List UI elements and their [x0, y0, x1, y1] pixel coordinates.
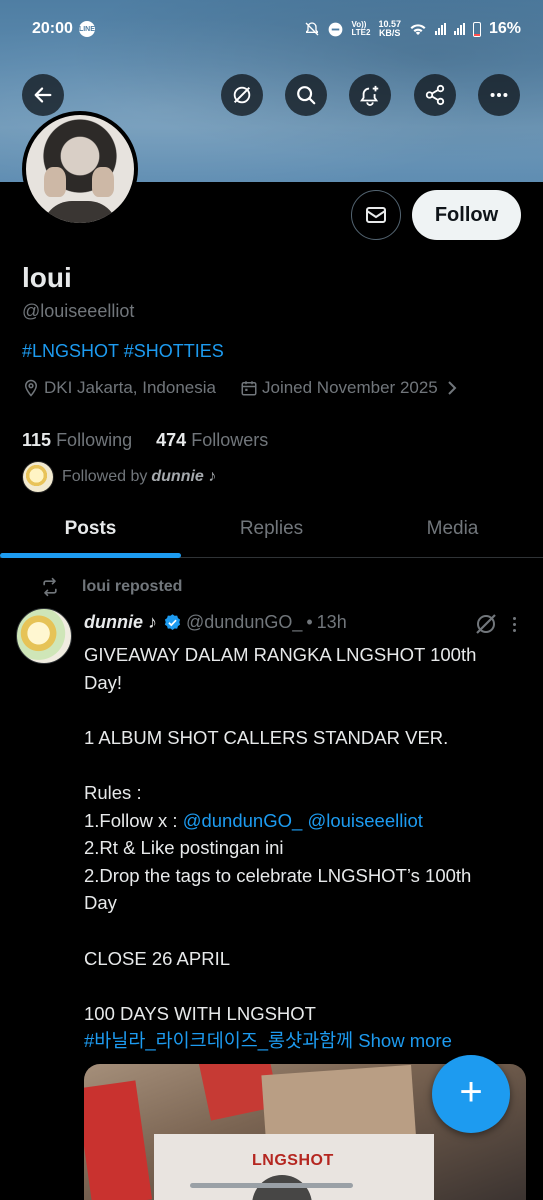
- search-button[interactable]: [285, 74, 327, 116]
- plus-icon: +: [459, 1070, 483, 1114]
- hashtag-link[interactable]: #바닐라_라이크데이즈_롱샷과함께: [84, 1030, 353, 1051]
- post-more-icon[interactable]: [508, 612, 520, 636]
- post-author-handle[interactable]: @dundunGO_: [186, 612, 302, 633]
- message-button[interactable]: [351, 190, 401, 240]
- grok-button[interactable]: [221, 74, 263, 116]
- follower-avatar: [22, 461, 54, 493]
- followed-by[interactable]: Followed by dunnie ♪: [22, 461, 216, 493]
- more-icon: [490, 92, 508, 98]
- profile-joined[interactable]: Joined November 2025: [262, 378, 438, 398]
- post-time[interactable]: 13h: [317, 612, 347, 633]
- tab-replies[interactable]: Replies: [181, 500, 362, 557]
- profile-name: loui: [22, 262, 72, 293]
- chevron-right-icon[interactable]: [446, 381, 458, 395]
- bell-plus-icon: [360, 85, 379, 106]
- wifi-icon: [410, 24, 426, 35]
- back-button[interactable]: [22, 74, 64, 116]
- battery-percent: 16%: [488, 20, 521, 37]
- status-time: 20:00: [32, 20, 73, 37]
- location-icon: [22, 379, 40, 397]
- profile-location: DKI Jakarta, Indonesia: [44, 378, 216, 397]
- followed-by-name: dunnie ♪: [151, 468, 217, 485]
- following-link[interactable]: 115 Following: [22, 430, 132, 450]
- profile-tabs: Posts Replies Media: [0, 500, 543, 558]
- mute-icon: [305, 22, 319, 36]
- volte-indicator: Vo)) LTE2: [351, 20, 371, 37]
- share-button[interactable]: [414, 74, 456, 116]
- status-icons: Vo)) LTE2 10.57 KB/S 16%: [304, 20, 521, 38]
- search-icon: [297, 86, 316, 105]
- media-album-title: LNGSHOT: [252, 1152, 334, 1169]
- back-arrow-icon: [34, 87, 52, 103]
- verified-badge-icon: [164, 614, 181, 631]
- grok-icon: [233, 86, 251, 104]
- repost-indicator[interactable]: loui reposted: [40, 577, 182, 597]
- more-button[interactable]: [478, 74, 520, 116]
- compose-fab[interactable]: +: [432, 1055, 510, 1133]
- status-bar: 20:00 LINE Vo)) LTE2 10.57 KB/S 16%: [0, 0, 543, 58]
- line-app-icon: LINE: [78, 21, 95, 37]
- signal-icon-1: [434, 23, 446, 35]
- profile-avatar[interactable]: [22, 111, 138, 227]
- repost-icon: [43, 577, 57, 597]
- dnd-icon: [329, 22, 343, 36]
- profile-handle: @louiseeelliot: [22, 301, 135, 321]
- home-indicator[interactable]: [190, 1183, 353, 1188]
- calendar-icon: [240, 379, 258, 397]
- mail-icon: [366, 207, 386, 223]
- tab-media[interactable]: Media: [362, 500, 543, 557]
- post-author-name[interactable]: dunnie ♪: [84, 612, 157, 633]
- follow-button[interactable]: Follow: [412, 190, 521, 240]
- follow-stats: 115 Following 474 Followers: [22, 430, 268, 451]
- tab-posts[interactable]: Posts: [0, 500, 181, 557]
- grok-icon[interactable]: [474, 612, 498, 636]
- network-speed: 10.57 KB/S: [378, 19, 401, 38]
- active-tab-indicator: [0, 553, 181, 558]
- post-author-avatar[interactable]: [16, 608, 72, 664]
- notify-button[interactable]: [349, 74, 391, 116]
- profile-meta: DKI Jakarta, Indonesia Joined November 2…: [22, 378, 458, 398]
- share-icon: [425, 84, 445, 106]
- post-header: dunnie ♪ @dundunGO_ • 13h: [84, 612, 347, 633]
- profile-bio[interactable]: #LNGSHOT #SHOTTIES: [22, 341, 224, 362]
- post-text: GIVEAWAY DALAM RANGKA LNGSHOT 100th Day!…: [84, 644, 477, 1052]
- followers-link[interactable]: 474 Followers: [156, 430, 268, 450]
- mention-link[interactable]: @louiseeelliot: [307, 810, 422, 831]
- battery-icon: [472, 21, 481, 37]
- signal-icon-2: [453, 23, 465, 35]
- mention-link[interactable]: @dundunGO_: [183, 810, 303, 831]
- show-more-link[interactable]: Show more: [358, 1030, 452, 1051]
